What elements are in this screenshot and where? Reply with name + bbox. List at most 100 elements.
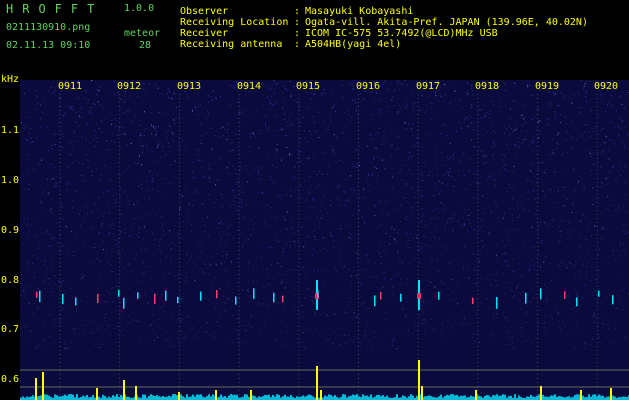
noise-speck	[163, 304, 165, 306]
noise-speck	[427, 280, 429, 282]
noise-speck	[400, 262, 402, 264]
noise-speck	[278, 272, 280, 274]
noise-speck	[203, 261, 205, 263]
noise-speck	[363, 221, 365, 223]
baseline-level	[156, 395, 158, 400]
baseline-level	[592, 394, 594, 400]
noise-speck	[378, 250, 380, 252]
noise-speck	[416, 330, 418, 332]
noise-speck	[48, 150, 49, 152]
noise-speck	[101, 151, 103, 153]
noise-speck	[264, 210, 266, 212]
noise-speck	[239, 168, 241, 170]
baseline-level	[510, 395, 512, 400]
noise-speck	[236, 178, 238, 180]
noise-speck	[338, 334, 340, 336]
noise-speck	[248, 323, 250, 325]
noise-speck	[383, 231, 385, 233]
noise-speck	[611, 166, 613, 168]
noise-speck	[351, 234, 353, 236]
noise-speck	[482, 303, 484, 305]
noise-speck	[587, 229, 588, 231]
noise-speck	[262, 298, 264, 300]
noise-speck	[269, 108, 271, 110]
noise-speck	[321, 202, 322, 204]
noise-speck	[130, 271, 132, 273]
noise-speck	[494, 187, 496, 189]
noise-speck	[355, 317, 357, 319]
noise-speck	[284, 187, 286, 189]
noise-speck	[442, 138, 444, 140]
noise-speck	[94, 145, 96, 147]
noise-speck	[310, 98, 312, 100]
noise-speck	[21, 122, 22, 124]
noise-speck	[224, 242, 226, 244]
noise-speck	[182, 292, 184, 294]
noise-speck	[370, 281, 372, 283]
noise-speck	[186, 110, 188, 112]
noise-speck	[616, 250, 618, 252]
noise-speck	[99, 347, 101, 348]
noise-speck	[61, 204, 63, 205]
noise-speck	[97, 329, 99, 331]
noise-speck	[369, 184, 371, 186]
noise-speck	[385, 202, 387, 204]
noise-speck	[53, 283, 55, 285]
noise-speck	[312, 336, 314, 338]
noise-speck	[142, 151, 143, 153]
meteor-echo-trace	[564, 291, 566, 299]
noise-speck	[535, 108, 537, 110]
noise-speck	[401, 84, 403, 86]
noise-speck	[427, 149, 429, 151]
noise-speck	[226, 253, 228, 255]
signal-peak	[475, 390, 477, 400]
baseline-level	[228, 395, 230, 400]
noise-speck	[584, 239, 586, 241]
noise-speck	[408, 237, 409, 239]
noise-speck	[437, 208, 439, 210]
baseline-level	[486, 395, 488, 400]
noise-speck	[507, 319, 509, 321]
noise-speck	[161, 284, 163, 286]
noise-speck	[524, 320, 526, 322]
noise-speck	[30, 307, 32, 308]
noise-speck	[539, 131, 541, 133]
noise-speck	[163, 230, 165, 232]
noise-speck	[251, 326, 253, 328]
noise-speck	[403, 323, 405, 325]
noise-speck	[471, 106, 473, 108]
noise-speck	[424, 273, 426, 275]
noise-speck	[408, 155, 410, 157]
noise-speck	[584, 236, 586, 238]
noise-speck	[379, 157, 381, 159]
noise-speck	[159, 238, 161, 240]
noise-speck	[83, 215, 85, 217]
noise-speck	[101, 132, 103, 133]
noise-speck	[364, 331, 366, 332]
noise-speck	[500, 100, 502, 102]
noise-speck	[126, 144, 128, 146]
noise-speck	[139, 326, 141, 328]
noise-speck	[525, 122, 527, 124]
noise-speck	[489, 306, 490, 308]
baseline-level	[44, 394, 46, 400]
noise-speck	[471, 84, 473, 86]
noise-speck	[517, 284, 519, 286]
noise-speck	[265, 325, 266, 327]
noise-speck	[307, 158, 309, 160]
noise-speck	[317, 270, 319, 272]
noise-speck	[21, 283, 23, 285]
noise-speck	[67, 181, 69, 183]
baseline-level	[120, 395, 122, 400]
noise-speck	[517, 145, 519, 147]
noise-speck	[345, 312, 347, 313]
noise-speck	[437, 175, 439, 177]
noise-speck	[379, 289, 381, 291]
noise-speck	[573, 346, 575, 348]
noise-speck	[522, 330, 523, 332]
noise-speck	[565, 289, 567, 291]
noise-speck	[392, 338, 394, 340]
noise-speck	[424, 332, 426, 334]
noise-speck	[186, 276, 188, 277]
noise-speck	[565, 264, 567, 266]
